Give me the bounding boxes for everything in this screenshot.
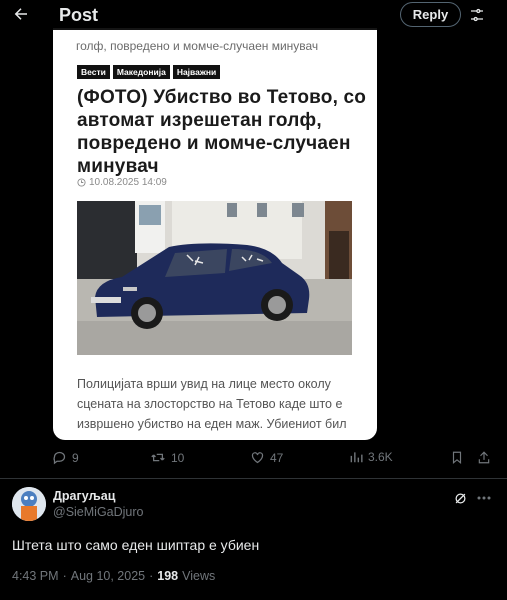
divider xyxy=(0,478,507,479)
tweet-text: Штета што само еден шиптар е убиен xyxy=(12,537,260,553)
share-icon xyxy=(478,451,490,464)
meta-separator: · xyxy=(149,569,154,583)
user-handle[interactable]: @SieMiGaDjuro xyxy=(53,505,144,519)
heart-icon xyxy=(251,452,264,464)
sliders-icon xyxy=(471,8,483,22)
tweet-views-label: Views xyxy=(182,569,216,583)
bar-chart-icon xyxy=(350,452,363,463)
clock-icon xyxy=(77,178,86,187)
grok-icon xyxy=(455,493,465,503)
article-headline: (ФОТО) Убиство во Тетово, со автомат изр… xyxy=(77,87,367,177)
bookmark-icon xyxy=(452,451,462,464)
attached-image[interactable]: голф, повредено и момче-случаен минувач … xyxy=(53,28,377,440)
reply-action[interactable]: 9 xyxy=(52,450,79,465)
bookmark-action[interactable] xyxy=(450,450,464,465)
reply-button[interactable]: Reply xyxy=(400,2,461,27)
article-tags: Вести Македонија Најважни xyxy=(77,65,221,79)
grok-button[interactable] xyxy=(450,488,470,508)
sliders-button[interactable] xyxy=(467,5,487,25)
article-tag: Најважни xyxy=(172,65,221,79)
like-count: 47 xyxy=(270,450,284,465)
tweet-date[interactable]: Aug 10, 2025 xyxy=(71,569,145,583)
repost-icon xyxy=(151,453,165,462)
more-icon xyxy=(477,496,491,500)
views-action[interactable]: 3.6K xyxy=(349,450,393,464)
views-count: 3.6K xyxy=(368,450,393,464)
display-name[interactable]: Драгуљац xyxy=(53,489,115,503)
meta-separator: · xyxy=(62,569,67,583)
article-tag: Македонија xyxy=(112,65,170,79)
reply-count: 9 xyxy=(72,450,79,465)
article-body: Полицијата врши увид на лице место околу… xyxy=(77,377,347,431)
top-bar: Post Reply xyxy=(0,0,507,30)
page-title: Post xyxy=(59,5,99,25)
article-date-text: 10.08.2025 14:09 xyxy=(89,177,167,188)
like-action[interactable]: 47 xyxy=(250,450,283,465)
engagement-bar: 9 10 47 3.6K xyxy=(52,450,492,470)
tweet-views-count: 198 xyxy=(157,569,179,583)
repost-count: 10 xyxy=(171,450,185,465)
back-button[interactable] xyxy=(10,3,32,25)
article-date: 10.08.2025 14:09 xyxy=(77,177,167,188)
avatar-image xyxy=(12,487,46,521)
arrow-left-icon xyxy=(14,8,27,20)
article-tag: Вести xyxy=(77,65,110,79)
share-action[interactable] xyxy=(477,450,491,465)
comment-icon xyxy=(53,451,66,465)
more-options-button[interactable] xyxy=(474,488,494,508)
tweet-meta: 4:43 PM · Aug 10, 2025 · 198 Views xyxy=(12,569,215,583)
repost-action[interactable]: 10 xyxy=(150,450,184,465)
avatar[interactable] xyxy=(12,487,46,521)
article-photo xyxy=(77,201,352,355)
article-previous-line: голф, повредено и момче-случаен минувач xyxy=(76,39,319,53)
tweet-time[interactable]: 4:43 PM xyxy=(12,569,59,583)
